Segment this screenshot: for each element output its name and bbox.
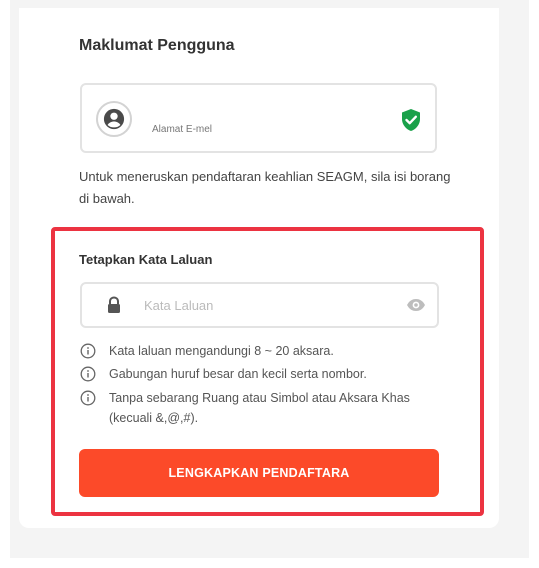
email-field[interactable]: Alamat E-mel [80,83,437,153]
info-icon [80,390,96,406]
shield-check-icon [400,108,422,132]
password-rule-text: Gabungan huruf besar dan kecil serta nom… [109,367,367,381]
section-title: Maklumat Pengguna [79,37,235,54]
password-rule-text: Tanpa sebarang Ruang atau Simbol atau Ak… [109,391,410,425]
user-icon [96,101,132,137]
password-field[interactable] [80,282,439,328]
password-rule-text: Kata laluan mengandungi 8 ~ 20 aksara. [109,344,334,358]
info-icon [80,366,96,382]
registration-info-text: Untuk meneruskan pendaftaran keahlian SE… [79,169,451,206]
eye-icon[interactable] [406,297,426,313]
email-label: Alamat E-mel [152,124,213,135]
password-input[interactable] [144,292,394,318]
lock-icon [106,296,122,314]
info-icon [80,343,96,359]
complete-registration-button[interactable]: LENGKAPKAN PENDAFTARA [79,449,439,497]
password-section-title: Tetapkan Kata Laluan [79,252,213,267]
